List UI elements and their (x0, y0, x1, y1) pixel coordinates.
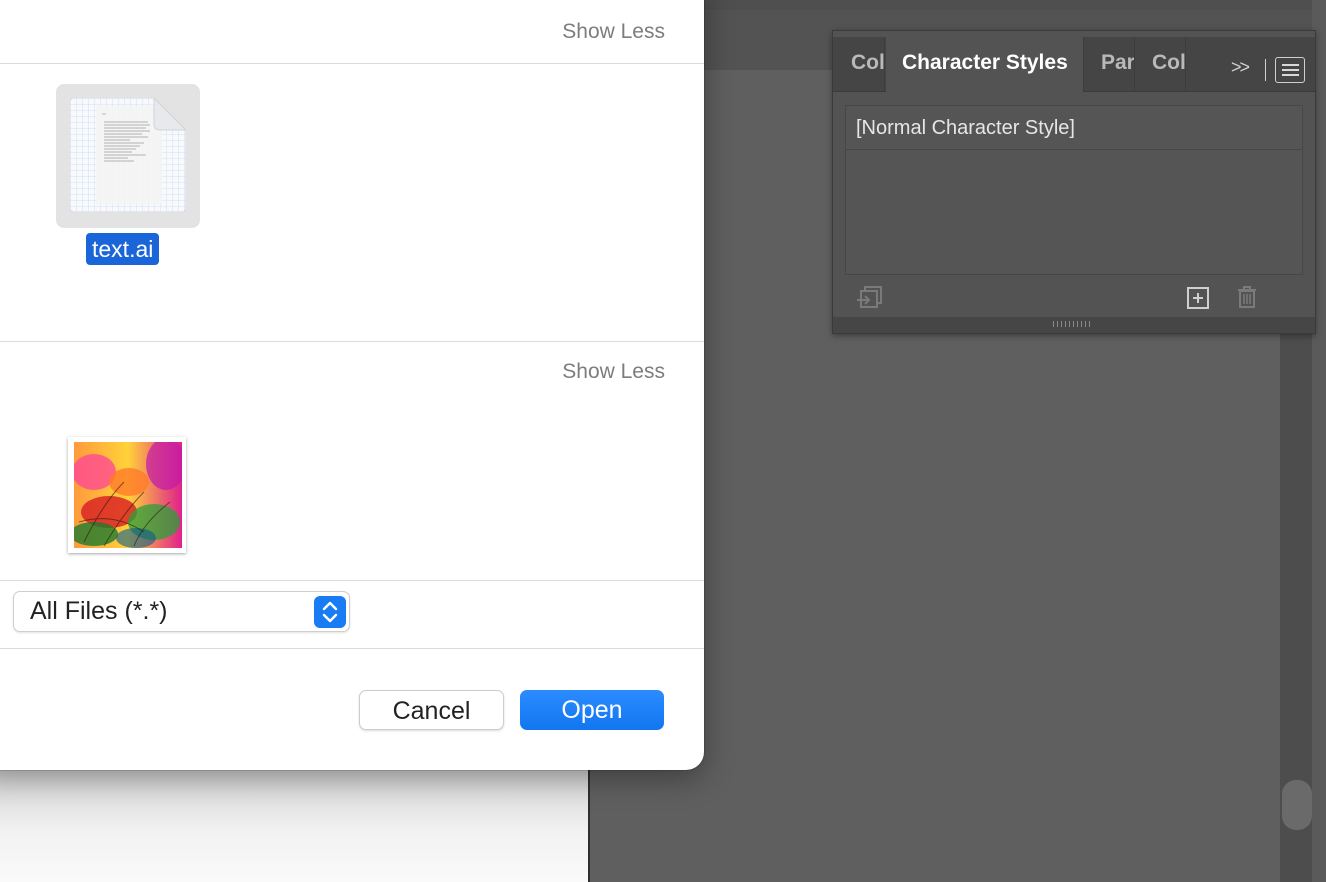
tab-separator (1265, 59, 1266, 81)
document-paper (0, 760, 588, 882)
tab-color[interactable]: Col (833, 37, 885, 91)
show-less-button[interactable]: Show Less (562, 20, 665, 44)
tab-paragraph-styles[interactable]: Par (1085, 37, 1135, 91)
delete-style-icon[interactable] (1235, 285, 1259, 309)
divider (0, 341, 704, 342)
show-less-button[interactable]: Show Less (562, 360, 665, 384)
tab-color-guide[interactable]: Col (1136, 37, 1186, 91)
style-item-normal[interactable]: [Normal Character Style] (846, 106, 1302, 150)
vertical-scrollbar-thumb[interactable] (1282, 780, 1312, 830)
open-file-dialog: Show Less text.ai Show Less All Files (*… (0, 0, 704, 770)
file-type-value: All Files (*.*) (30, 597, 168, 625)
document-edge (588, 760, 590, 882)
divider (0, 648, 704, 649)
tab-character-styles[interactable]: Character Styles (886, 37, 1084, 92)
document-icon (70, 98, 186, 212)
file-item-image[interactable] (68, 437, 186, 553)
load-styles-icon[interactable] (857, 285, 885, 311)
panel-tab-bar: Col Character Styles Par Col >> (833, 37, 1315, 92)
more-tabs-icon[interactable]: >> (1231, 57, 1250, 78)
file-name-label[interactable]: text.ai (86, 233, 160, 265)
divider (0, 63, 704, 64)
character-style-list: [Normal Character Style] (845, 105, 1303, 275)
file-type-select[interactable]: All Files (*.*) (13, 591, 350, 632)
chevron-up-down-icon[interactable] (314, 596, 346, 628)
cancel-button[interactable]: Cancel (359, 690, 504, 730)
image-thumbnail (74, 442, 182, 548)
panel-menu-icon[interactable] (1275, 57, 1305, 83)
character-styles-panel: Col Character Styles Par Col >> [Normal … (832, 30, 1316, 334)
file-item-text-ai[interactable] (56, 84, 200, 228)
new-style-icon[interactable] (1186, 286, 1210, 310)
open-button[interactable]: Open (520, 690, 664, 730)
panel-resize-grip-icon[interactable] (1053, 321, 1093, 327)
divider (0, 580, 704, 581)
